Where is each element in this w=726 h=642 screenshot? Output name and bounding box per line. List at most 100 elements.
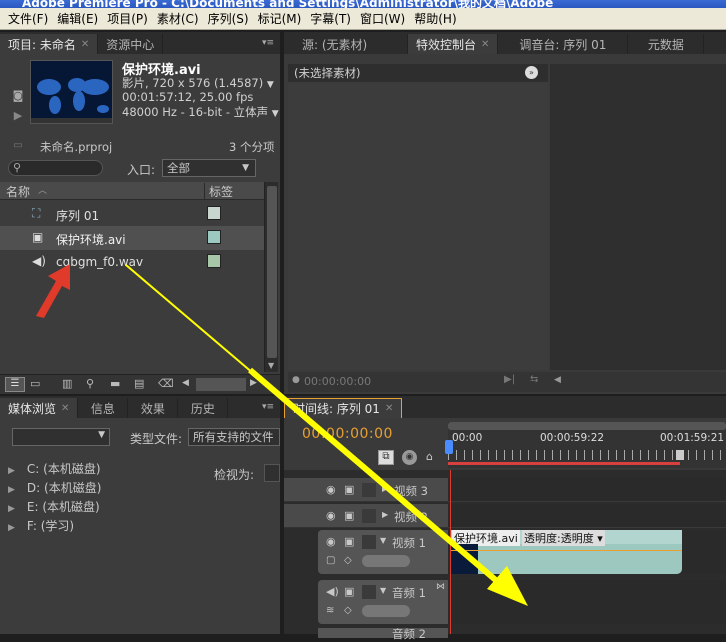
snap-icon[interactable]: ⧉ (378, 450, 394, 465)
eye-icon[interactable]: ◉ (326, 509, 336, 522)
search-input[interactable]: ⚲ (8, 160, 103, 176)
file-type-select[interactable]: 所有支持的文件 (188, 428, 280, 446)
column-label[interactable]: 标签 (204, 183, 233, 200)
clip-info-audio: 48000 Hz - 16-bit - 立体声 ▼ (122, 105, 279, 119)
keyframe-icon[interactable]: ◇ (344, 555, 352, 566)
world-map-graphic (31, 61, 112, 123)
entry-select[interactable]: 全部 ▼ (162, 159, 256, 177)
list-item[interactable]: ▣ 保护环境.avi (0, 226, 264, 250)
filmstrip-icon[interactable]: ▣ (344, 535, 354, 548)
scroll-down-icon[interactable]: ▼ (268, 361, 274, 370)
menu-title[interactable]: 字幕(T) (306, 10, 355, 27)
lock-box[interactable] (362, 585, 376, 599)
expand-arrow-icon[interactable]: ▶ (382, 484, 388, 493)
tab-audio-mixer[interactable]: 调音台: 序列 01 (498, 34, 629, 54)
horizontal-scrollbar[interactable] (196, 378, 246, 391)
automate-icon[interactable]: ▥ (62, 377, 72, 390)
monitor-tabbar: 源: (无素材) 特效控制台 ✕ 调音台: 序列 01 元数据 (284, 32, 726, 54)
work-area-bar[interactable] (448, 462, 680, 465)
effect-timecode[interactable]: 00:00:00:00 (304, 375, 371, 388)
project-scrollbar[interactable]: ▼ (264, 182, 278, 372)
expand-icon[interactable]: » (525, 66, 538, 79)
close-icon[interactable]: ✕ (385, 403, 393, 414)
tab-metadata[interactable]: 元数据 (628, 34, 705, 54)
menu-help[interactable]: 帮助(H) (410, 10, 460, 27)
menu-marker[interactable]: 标记(M) (254, 10, 306, 27)
poster-frame-icon[interactable]: ◙ (10, 88, 26, 102)
scroll-right-icon[interactable]: ▶ (250, 378, 257, 388)
list-view-icon[interactable]: ☰ (5, 377, 25, 392)
clip-fx-label[interactable]: 透明度:透明度 ▾ (522, 530, 605, 546)
list-item[interactable]: ▶ E: (本机磁盘) (8, 498, 208, 517)
filmstrip-icon[interactable]: ▣ (344, 483, 354, 496)
display-style-icon[interactable]: ▢ (326, 555, 335, 566)
close-icon[interactable]: ✕ (81, 39, 89, 50)
new-item-icon[interactable]: ▤ (134, 377, 144, 390)
icon-view-icon[interactable]: ▭ (30, 377, 40, 390)
track-video-1: ◉ ▣ ▼ 视频 1 ▢ ◇ (318, 530, 448, 574)
menu-edit[interactable]: 编辑(E) (53, 10, 102, 27)
label-swatch[interactable] (207, 206, 221, 220)
collapse-arrow-icon[interactable]: ▼ (380, 586, 386, 595)
keyframe-nav[interactable] (362, 605, 410, 617)
time-ruler[interactable]: 00:00 00:00:59:22 00:01:59:21 (445, 422, 726, 468)
list-item[interactable]: ⛶ 序列 01 (0, 202, 264, 226)
tab-timeline[interactable]: 时间线: 序列 01 ✕ (284, 398, 403, 418)
label-swatch[interactable] (207, 230, 221, 244)
playhead-icon[interactable] (445, 440, 453, 454)
menu-file[interactable]: 文件(F) (4, 10, 52, 27)
tab-resource-center[interactable]: 资源中心 (98, 34, 164, 54)
tab-project[interactable]: 项目: 未命名 ✕ (0, 34, 99, 54)
menu-clip[interactable]: 素材(C) (153, 10, 203, 27)
list-item[interactable]: ▶ D: (本机磁盘) (8, 479, 208, 498)
play-audio-icon[interactable]: ▶| (504, 374, 515, 385)
loop-icon[interactable]: ⇆ (530, 374, 538, 385)
find-icon[interactable]: ⚲ (86, 377, 94, 390)
work-area-end-icon[interactable] (676, 450, 684, 460)
scroll-left-icon[interactable]: ◀ (182, 378, 189, 388)
panel-menu-icon[interactable]: ▾≡ (262, 38, 274, 48)
speaker-icon[interactable]: ◀) (326, 585, 339, 598)
panel-menu-icon[interactable]: ▾≡ (262, 402, 274, 412)
collapse-arrow-icon[interactable]: ▼ (380, 536, 386, 545)
set-marker-icon[interactable]: ⌂ (426, 450, 433, 463)
new-bin-icon[interactable]: ▬ (110, 377, 120, 390)
label-swatch[interactable] (207, 254, 221, 268)
lock-box[interactable] (362, 535, 376, 549)
eye-icon[interactable]: ◉ (326, 483, 336, 496)
track-audio-1: ◀) ▣ ▼ 音频 1 ≋ ◇ ⋈ (318, 580, 448, 624)
location-select[interactable]: ▼ (12, 428, 110, 446)
display-style-icon[interactable]: ≋ (326, 605, 334, 616)
expand-arrow-icon[interactable]: ▶ (382, 510, 388, 519)
filmstrip-icon[interactable]: ▣ (344, 585, 354, 598)
lock-box[interactable] (362, 483, 376, 497)
tab-effect-controls[interactable]: 特效控制台 ✕ (408, 34, 499, 54)
tab-info[interactable]: 信息 (78, 398, 129, 418)
scroll-left-icon[interactable]: ◀ (554, 375, 561, 385)
menu-sequence[interactable]: 序列(S) (204, 10, 253, 27)
column-name[interactable]: 名称 (6, 183, 30, 200)
keyframe-nav[interactable] (362, 555, 410, 567)
list-item[interactable]: ▶ F: (学习) (8, 517, 208, 536)
timeline-timecode[interactable]: 00:00:00:00 (302, 426, 393, 442)
tab-media-browser[interactable]: 媒体浏览 ✕ (0, 398, 79, 418)
close-icon[interactable]: ✕ (481, 39, 489, 50)
lock-box[interactable] (362, 509, 376, 523)
menu-project[interactable]: 项目(P) (103, 10, 152, 27)
menu-window[interactable]: 窗口(W) (356, 10, 409, 27)
view-as-select[interactable] (264, 464, 280, 482)
timeline-clip[interactable]: 保护环境.avi 透明度:透明度 ▾ (450, 530, 682, 574)
eye-icon[interactable]: ◉ (326, 535, 336, 548)
close-icon[interactable]: ✕ (61, 403, 69, 414)
tab-source[interactable]: 源: (无素材) (284, 34, 408, 54)
tab-history[interactable]: 历史 (178, 398, 229, 418)
filmstrip-icon[interactable]: ▣ (344, 509, 354, 522)
play-icon[interactable]: ▶ (10, 108, 26, 122)
sync-lock-icon[interactable]: ⋈ (436, 582, 445, 592)
tab-effects[interactable]: 效果 (128, 398, 179, 418)
list-item[interactable]: ◀) cgbgm_f0.wav (0, 250, 264, 274)
marker-icon[interactable]: ◉ (402, 450, 417, 465)
trash-icon[interactable]: ⌫ (158, 377, 174, 390)
keyframe-icon[interactable]: ◇ (344, 605, 352, 616)
list-item[interactable]: ▶ C: (本机磁盘) (8, 460, 208, 479)
